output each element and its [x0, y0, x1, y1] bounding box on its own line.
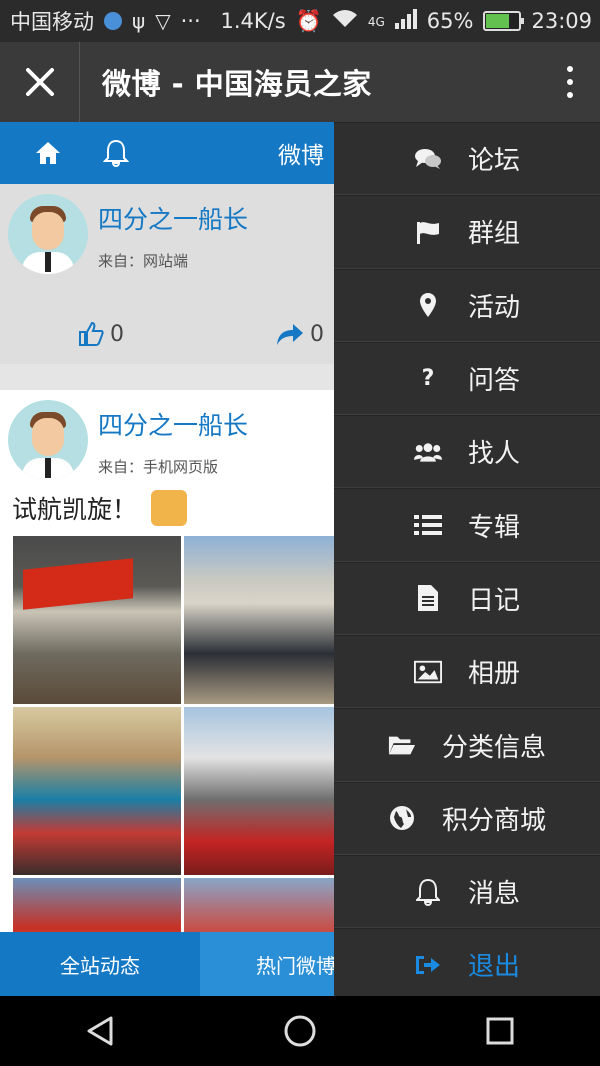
post-photo[interactable] [184, 707, 334, 875]
signal-icon [394, 8, 417, 34]
usb-icon: ψ [132, 9, 146, 33]
menu-item-messages[interactable]: 消息 [334, 854, 600, 929]
weibo-feed: 微博 四分之一船长 来自：网站端 0 0 四分之一船长 来自：手机网页版 试航凯… [0, 122, 334, 996]
alarm-icon: ⏰ [295, 8, 322, 33]
wifi-icon [332, 9, 358, 34]
recents-button[interactable] [470, 1001, 530, 1061]
comments-icon [414, 145, 442, 173]
menu-item-label: 问答 [467, 366, 520, 397]
post-photo[interactable] [13, 536, 181, 704]
post-text: 试航凯旋！ [12, 495, 138, 524]
menu-item-qa[interactable]: ? 问答 [334, 341, 600, 416]
menu-item-albums-topics[interactable]: 专辑 [334, 488, 600, 562]
feed-toolbar: 微博 [0, 122, 334, 184]
menu-item-events[interactable]: 活动 [334, 268, 600, 342]
menu-item-forum[interactable]: 论坛 [334, 122, 600, 196]
bell-icon [414, 878, 442, 906]
menu-item-label: 论坛 [467, 146, 520, 177]
menu-item-label: 日记 [467, 585, 520, 616]
feed-brand: 微博 [278, 143, 324, 169]
battery-icon [483, 11, 525, 31]
sign-out-icon [414, 951, 442, 979]
file-text-icon [414, 584, 442, 612]
question-icon: ? [421, 366, 435, 392]
more-vertical-icon [567, 66, 573, 72]
tab-all-activity[interactable]: 全站动态 [0, 932, 200, 996]
menu-item-photo-album[interactable]: 相册 [334, 635, 600, 709]
share-button[interactable]: 0 [276, 322, 324, 347]
post-divider [0, 364, 334, 390]
menu-item-find-people[interactable]: 找人 [334, 415, 600, 489]
battery-percent: 65% [426, 9, 474, 33]
shield-icon: ▽ [155, 9, 171, 33]
photo-grid [0, 526, 334, 996]
app-notification-icon [104, 12, 122, 30]
menu-item-classifieds[interactable]: 分类信息 [334, 708, 600, 782]
map-marker-icon [414, 291, 442, 319]
side-menu: 论坛 群组 活动 ? 问答 找人 专辑 日记 相册 分类信息 积分商城 消息 退… [334, 122, 600, 1002]
post-author[interactable]: 四分之一船长 [98, 200, 248, 236]
home-icon[interactable] [34, 139, 62, 167]
home-circle-icon [284, 1015, 316, 1047]
app-header: 微博 - 中国海员之家 [0, 42, 600, 122]
network-type: 4G [367, 14, 385, 29]
folder-open-icon [388, 731, 416, 759]
feed-tabs: 全站动态 热门微博 [0, 932, 334, 996]
menu-item-label: 找人 [467, 439, 520, 470]
like-count: 0 [110, 321, 124, 347]
menu-item-label: 活动 [467, 292, 520, 323]
flag-icon [414, 218, 442, 246]
more-notifications-icon: ··· [180, 9, 201, 33]
avatar[interactable] [8, 194, 88, 274]
menu-item-groups[interactable]: 群组 [334, 195, 600, 269]
menu-item-label: 专辑 [467, 512, 520, 543]
menu-item-label: 积分商城 [441, 805, 546, 836]
menu-item-label: 相册 [467, 659, 520, 690]
tab-hot-weibo[interactable]: 热门微博 [200, 932, 334, 996]
menu-item-label: 分类信息 [441, 732, 546, 763]
menu-item-points-mall[interactable]: 积分商城 [334, 781, 600, 855]
share-count: 0 [310, 321, 324, 347]
menu-item-label: 退出 [467, 952, 520, 983]
bell-icon[interactable] [102, 139, 130, 167]
share-icon [277, 324, 303, 345]
menu-item-label: 消息 [467, 879, 520, 910]
close-button[interactable] [0, 42, 80, 122]
avatar[interactable] [8, 400, 88, 480]
network-speed: 1.4K/s [220, 9, 286, 33]
list-icon [413, 511, 442, 539]
post-photo[interactable] [13, 707, 181, 875]
carrier-label: 中国移动 [10, 10, 94, 34]
clock: 23:09 [531, 9, 592, 33]
post-actions: 0 0 [0, 274, 334, 364]
menu-item-diary[interactable]: 日记 [334, 561, 600, 636]
recents-square-icon [486, 1017, 514, 1045]
overflow-menu-button[interactable] [540, 42, 600, 122]
globe-icon [388, 804, 416, 832]
menu-item-label: 群组 [467, 219, 520, 250]
thumbs-up-emoji-icon [151, 490, 188, 526]
image-icon [413, 658, 442, 686]
thumbs-up-icon [79, 321, 104, 346]
feed-post: 四分之一船长 来自：手机网页版 试航凯旋！ [0, 390, 334, 996]
back-button[interactable] [70, 1001, 130, 1061]
post-content: 试航凯旋！ [0, 480, 334, 526]
post-source: 来自：手机网页版 [98, 458, 219, 476]
post-photo[interactable] [184, 536, 334, 704]
feed-post: 四分之一船长 来自：网站端 0 0 [0, 184, 334, 364]
users-icon [413, 438, 442, 466]
post-author[interactable]: 四分之一船长 [98, 406, 248, 442]
like-button[interactable]: 0 [78, 321, 124, 347]
status-bar: 中国移动 ψ ▽ ··· 1.4K/s ⏰ 4G 65% 23:09 [0, 0, 600, 42]
system-nav-bar [0, 996, 600, 1066]
page-title: 微博 - 中国海员之家 [102, 67, 372, 101]
home-button[interactable] [270, 1001, 330, 1061]
close-icon [25, 68, 54, 96]
post-source: 来自：网站端 [98, 252, 189, 270]
back-triangle-icon [87, 1016, 113, 1046]
menu-item-logout[interactable]: 退出 [334, 928, 600, 1002]
